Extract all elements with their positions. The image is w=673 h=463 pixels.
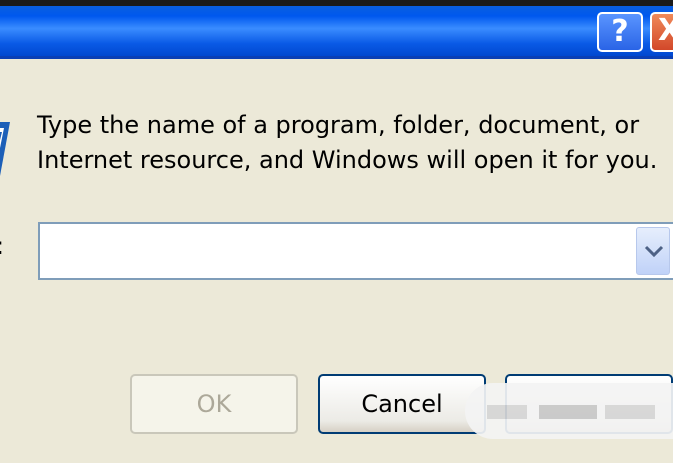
watermark-block [605,405,655,419]
run-icon [0,122,10,176]
cancel-button-label: Cancel [361,390,443,418]
help-button[interactable]: ? [597,12,643,52]
ok-button-label: OK [196,390,232,418]
title-bar-border [0,56,673,59]
watermark-block [539,405,597,419]
open-label: : [0,232,4,260]
help-icon: ? [611,14,629,49]
chevron-down-icon [644,245,664,258]
dropdown-button[interactable] [636,227,670,275]
open-combobox[interactable] [38,222,673,280]
title-bar[interactable]: ? X [0,6,673,56]
instruction-text: Type the name of a program, folder, docu… [37,108,657,178]
close-button[interactable]: X [650,12,673,52]
ok-button[interactable]: OK [130,374,298,434]
instruction-line-1: Type the name of a program, folder, docu… [37,111,640,139]
open-input[interactable] [44,228,628,276]
cancel-button[interactable]: Cancel [318,374,486,434]
watermark-overlay [465,383,673,439]
watermark-block [487,405,527,419]
instruction-line-2: Internet resource, and Windows will open… [37,146,658,174]
close-icon: X [658,13,673,48]
